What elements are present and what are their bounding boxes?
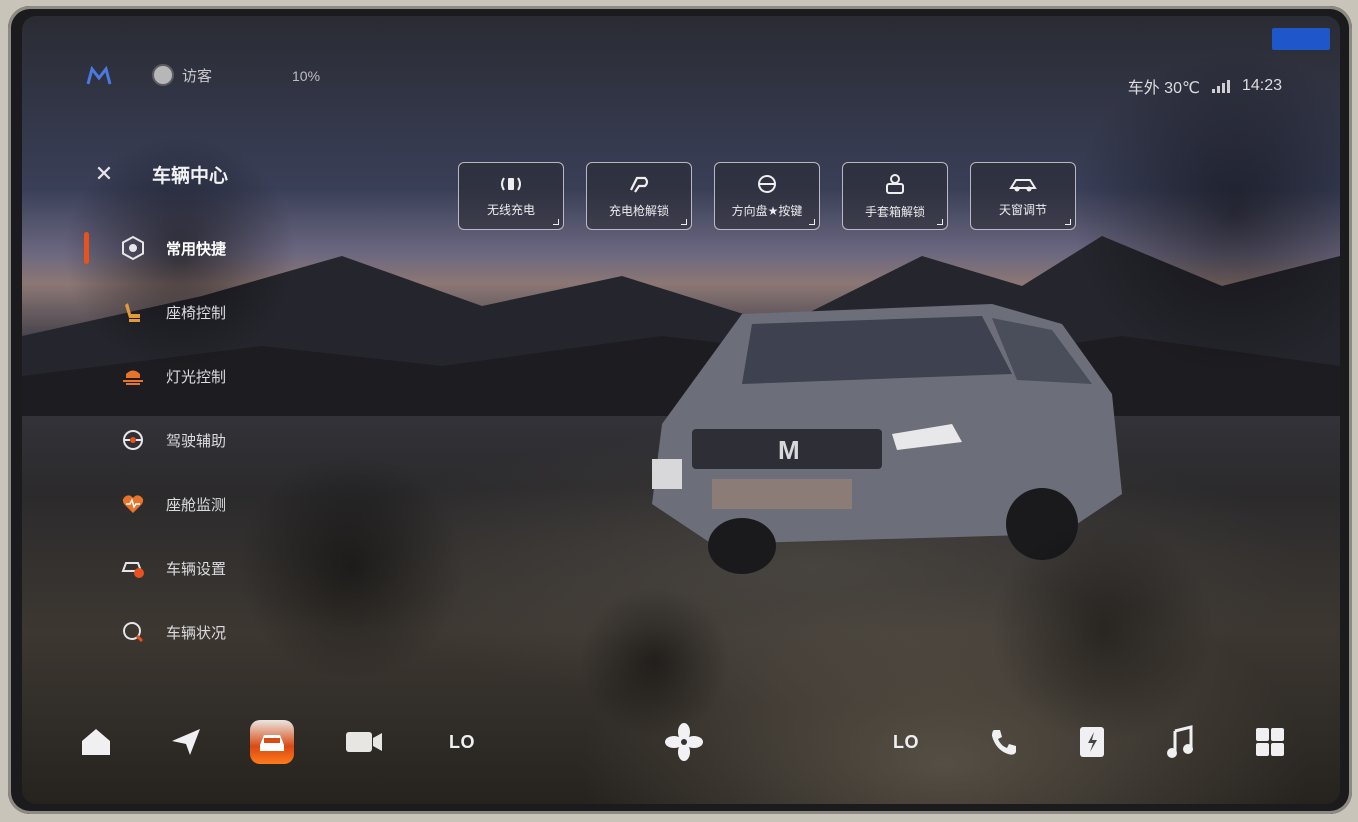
- vehicle-center-panel: ✕ 车辆中心 常用快捷 座椅控制 灯光控制 驾驶辅助 座舱监测 车辆设置 车辆状…: [84, 144, 344, 664]
- menu-item-vehicle-settings[interactable]: 车辆设置: [84, 536, 344, 600]
- steering-wheel-icon: [118, 425, 148, 455]
- tile-label: 手套箱解锁: [864, 204, 925, 219]
- tile-label: 方向盘★按键: [731, 203, 803, 218]
- menu-item-light-control[interactable]: 灯光控制: [84, 344, 344, 408]
- infotainment-screen: M 访客 10% 车外 30℃ 14:23 ✕ 车辆中心 常用快捷 座椅控制 灯…: [22, 16, 1340, 804]
- headlight-icon: [118, 361, 148, 391]
- charging-gun-icon: [630, 176, 649, 193]
- menu-item-cabin-monitor[interactable]: 座舱监测: [84, 472, 344, 536]
- tile-label: 充电枪解锁: [608, 203, 669, 218]
- tile-label: 天窗调节: [998, 202, 1047, 217]
- music-icon[interactable]: [1158, 720, 1202, 764]
- svg-text:M: M: [778, 435, 800, 465]
- menu-item-shortcuts[interactable]: 常用快捷: [84, 216, 344, 280]
- menu-label: 座椅控制: [166, 304, 227, 322]
- seat-icon: [118, 297, 148, 327]
- car-status-icon: [118, 617, 148, 647]
- shortcut-hexagon-icon: [118, 233, 148, 263]
- wireless-charging-icon: [501, 176, 521, 191]
- tile-sunroof-adjust[interactable]: 天窗调节: [970, 162, 1076, 230]
- home-icon[interactable]: [74, 720, 118, 764]
- avatar: [152, 64, 174, 86]
- close-icon[interactable]: ✕: [84, 161, 124, 187]
- tile-label: 无线充电: [486, 202, 535, 217]
- clock: 14:23: [1241, 77, 1282, 94]
- battery-percentage: 10%: [292, 68, 321, 84]
- menu-label: 常用快捷: [166, 240, 227, 258]
- guest-profile[interactable]: 访客: [152, 64, 212, 86]
- guest-label: 访客: [182, 67, 213, 85]
- glovebox-icon: [886, 173, 904, 194]
- panel-menu: 常用快捷 座椅控制 灯光控制 驾驶辅助 座舱监测 车辆设置 车辆状况: [84, 216, 344, 664]
- heart-monitor-icon: [118, 489, 148, 519]
- menu-label: 驾驶辅助: [166, 432, 227, 450]
- status-indicator: [1272, 28, 1330, 50]
- camera-icon[interactable]: [342, 720, 386, 764]
- sunroof-icon: [1009, 178, 1037, 191]
- brand-m-icon: [86, 66, 112, 85]
- menu-item-vehicle-status[interactable]: 车辆状况: [84, 600, 344, 664]
- fan-icon[interactable]: [662, 720, 706, 764]
- bottom-dock: LO LO: [22, 706, 1340, 776]
- outside-temperature: 车外 30℃: [1127, 80, 1200, 97]
- panel-header: ✕ 车辆中心: [84, 144, 344, 204]
- right-temp-value: LO: [893, 731, 919, 752]
- phone-icon[interactable]: [982, 720, 1026, 764]
- menu-label: 灯光控制: [166, 368, 227, 386]
- steering-key-icon: [758, 174, 776, 193]
- quick-action-tiles: 无线充电 充电枪解锁 方向盘★按键 手套箱解锁 天窗调节: [458, 162, 1076, 230]
- vehicle-icon[interactable]: [250, 720, 294, 764]
- menu-label: 车辆设置: [166, 560, 227, 578]
- charging-icon[interactable]: [1070, 720, 1114, 764]
- panel-title: 车辆中心: [152, 165, 229, 187]
- status-bar: 访客 10% 车外 30℃ 14:23: [22, 16, 1340, 97]
- menu-label: 座舱监测: [166, 496, 227, 514]
- left-temp[interactable]: LO: [440, 720, 484, 764]
- menu-item-seat-control[interactable]: 座椅控制: [84, 280, 344, 344]
- apps-grid-icon[interactable]: [1248, 720, 1292, 764]
- tile-charging-gun-unlock[interactable]: 充电枪解锁: [586, 162, 692, 230]
- car-settings-icon: [118, 553, 148, 583]
- signal-icon: [1211, 79, 1230, 93]
- menu-label: 车辆状况: [166, 624, 227, 642]
- vehicle-render: M: [652, 304, 1122, 574]
- tile-glovebox-unlock[interactable]: 手套箱解锁: [842, 162, 948, 230]
- left-temp-value: LO: [449, 731, 475, 752]
- navigation-icon[interactable]: [164, 720, 208, 764]
- tile-steering-key[interactable]: 方向盘★按键: [714, 162, 820, 230]
- right-temp[interactable]: LO: [884, 720, 928, 764]
- status-right: 车外 30℃ 14:23: [1128, 74, 1282, 98]
- menu-item-driving-assist[interactable]: 驾驶辅助: [84, 408, 344, 472]
- tile-wireless-charging[interactable]: 无线充电: [458, 162, 564, 230]
